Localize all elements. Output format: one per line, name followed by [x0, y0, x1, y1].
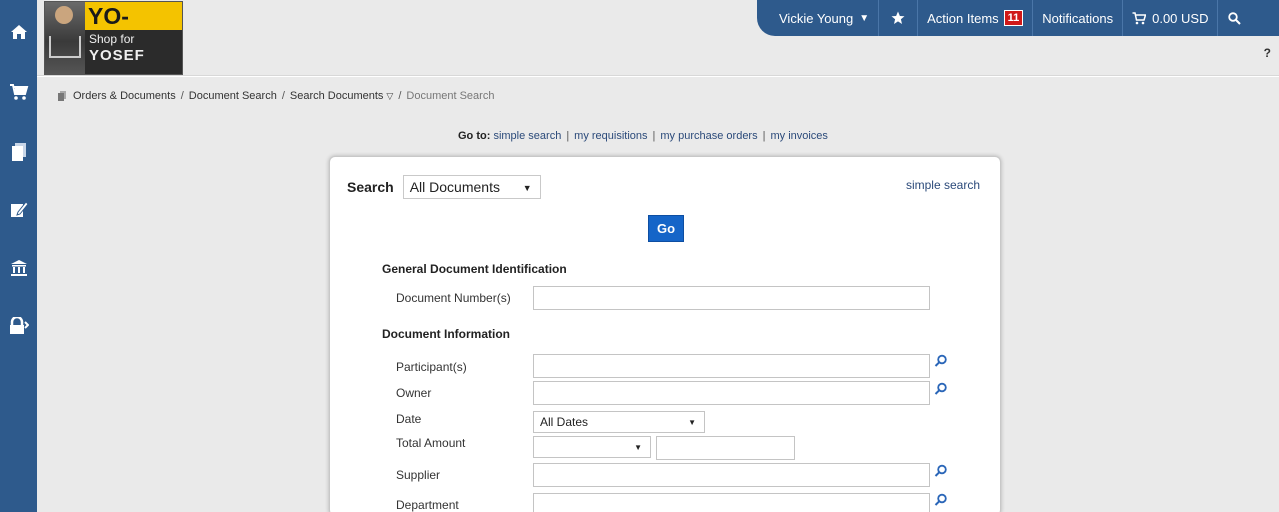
user-name: Vickie Young	[779, 10, 854, 26]
breadcrumb-current: Document Search	[406, 90, 495, 102]
sidebar-home[interactable]	[0, 12, 37, 52]
search-icon[interactable]	[934, 464, 948, 478]
simple-search-link[interactable]: simple search	[906, 178, 980, 192]
logo-line1: Shop for	[89, 32, 135, 46]
edit-icon	[10, 201, 28, 217]
document-numbers-label: Document Number(s)	[396, 291, 511, 305]
goto-label: Go to:	[458, 130, 491, 142]
help-button[interactable]: ?	[1264, 46, 1271, 60]
total-amount-label: Total Amount	[396, 436, 466, 450]
goto-my-invoices[interactable]: my invoices	[770, 130, 827, 142]
cart-button[interactable]: 0.00 USD	[1122, 0, 1217, 36]
favorites-button[interactable]	[878, 0, 917, 36]
left-sidebar	[0, 0, 37, 512]
breadcrumb-document-search[interactable]: Document Search	[189, 90, 277, 102]
cart-amount: 0.00 USD	[1152, 10, 1209, 26]
department-label: Department	[396, 498, 459, 512]
goto-my-requisitions[interactable]: my requisitions	[574, 130, 647, 142]
sidebar-bank[interactable]	[0, 248, 37, 288]
top-utility-bar: Vickie Young ▼ Action Items 11 Notificat…	[757, 0, 1279, 36]
total-amount-operator-select[interactable]: ▼	[533, 436, 651, 458]
search-label: Search	[347, 179, 394, 195]
owner-label: Owner	[396, 386, 432, 400]
logo-title: YO-MART	[85, 2, 182, 57]
search-button[interactable]	[1217, 0, 1251, 36]
bank-icon	[10, 260, 27, 276]
logo-line2: YOSEF	[89, 47, 145, 64]
lock-icon	[9, 317, 29, 334]
cart-icon	[1132, 11, 1147, 24]
goto-simple-search[interactable]: simple search	[493, 130, 561, 142]
action-items-button[interactable]: Action Items 11	[917, 0, 1032, 36]
sidebar-shopping[interactable]	[0, 72, 37, 112]
participants-input[interactable]	[533, 354, 930, 378]
sidebar-documents[interactable]	[0, 132, 37, 172]
search-icon[interactable]	[934, 354, 948, 368]
caret-down-icon: ▼	[859, 12, 870, 24]
notifications-label: Notifications	[1042, 10, 1114, 26]
search-icon[interactable]	[934, 382, 948, 396]
documents-icon	[58, 90, 66, 101]
cart-icon	[9, 84, 28, 100]
search-icon	[1228, 11, 1242, 25]
document-type-select[interactable]: All Documents ▼	[402, 175, 541, 199]
chevron-down-icon[interactable]: ▽	[386, 91, 393, 102]
caret-down-icon: ▼	[634, 443, 642, 452]
home-icon	[10, 25, 27, 39]
go-button[interactable]: Go	[648, 215, 684, 242]
date-select[interactable]: All Dates ▼	[533, 411, 705, 433]
section-document-information: Document Information	[382, 327, 510, 341]
supplier-input[interactable]	[533, 463, 930, 487]
main-content: Orders & Documents / Document Search / S…	[37, 77, 1279, 512]
goto-my-purchase-orders[interactable]: my purchase orders	[660, 130, 757, 142]
date-label: Date	[396, 412, 422, 426]
caret-down-icon: ▼	[522, 183, 532, 193]
breadcrumb-search-documents[interactable]: Search Documents	[290, 90, 384, 102]
owner-input[interactable]	[533, 381, 930, 405]
participants-label: Participant(s)	[396, 360, 467, 374]
documents-icon	[11, 143, 26, 161]
supplier-label: Supplier	[396, 468, 441, 482]
breadcrumb: Orders & Documents / Document Search / S…	[57, 90, 494, 102]
logo-image	[45, 2, 85, 74]
search-icon[interactable]	[934, 493, 948, 507]
notifications-button[interactable]: Notifications	[1032, 0, 1122, 36]
total-amount-input[interactable]	[656, 436, 795, 460]
sidebar-edit[interactable]	[0, 189, 37, 229]
user-menu[interactable]: Vickie Young ▼	[757, 0, 878, 36]
action-items-badge: 11	[1003, 10, 1024, 26]
document-numbers-input[interactable]	[533, 286, 930, 310]
search-panel: Search All Documents ▼ simple search Go …	[329, 156, 1001, 512]
caret-down-icon: ▼	[688, 418, 696, 427]
section-general-identification: General Document Identification	[382, 262, 567, 276]
breadcrumb-orders-documents[interactable]: Orders & Documents	[73, 90, 176, 102]
action-items-label: Action Items	[927, 10, 999, 26]
header: YO-MART Shop for YOSEF Vickie Young ▼ Ac…	[37, 0, 1279, 76]
org-logo[interactable]: YO-MART Shop for YOSEF	[44, 1, 183, 75]
star-icon	[891, 11, 905, 24]
goto-links: Go to: simple search | my requisitions | my …	[458, 130, 828, 142]
sidebar-security[interactable]	[0, 306, 37, 346]
department-input[interactable]	[533, 493, 930, 512]
